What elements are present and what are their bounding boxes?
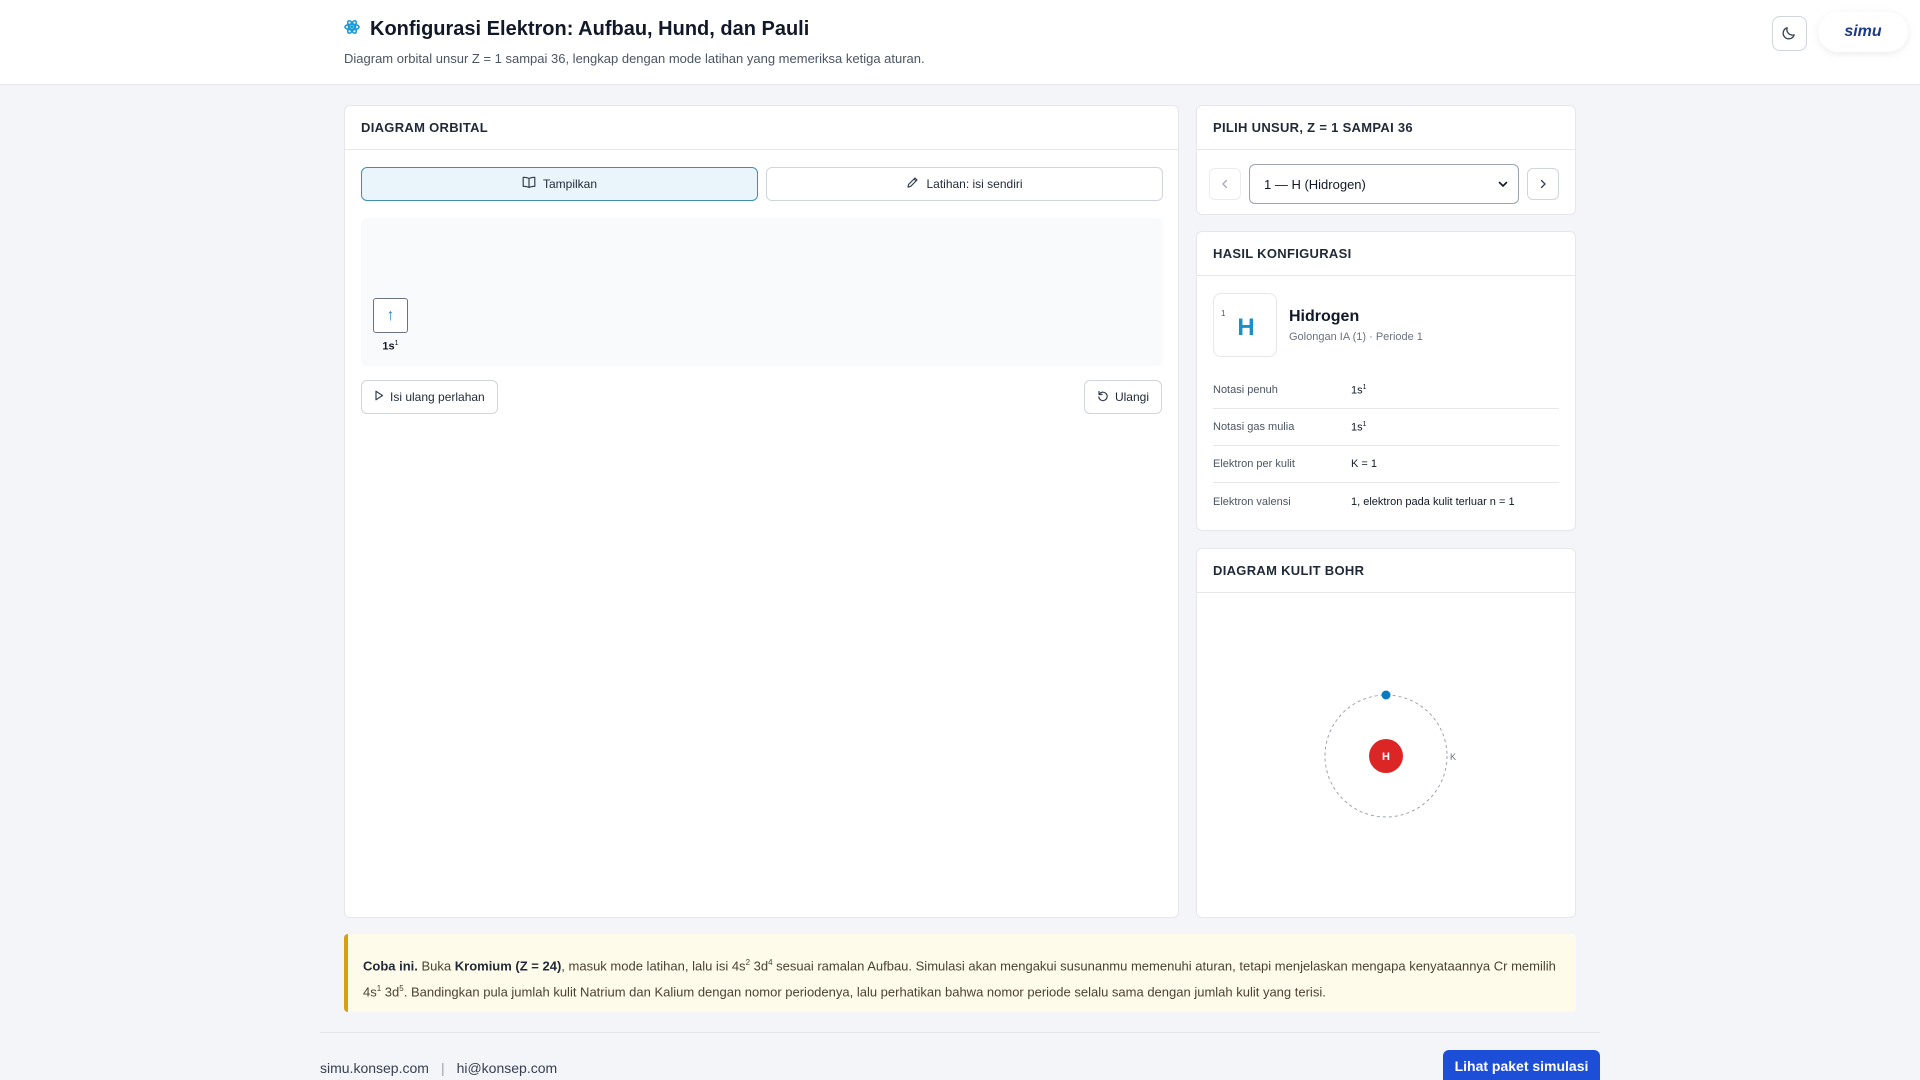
orbital-diagram-panel: DIAGRAM ORBITAL Tampilkan Latihan: isi s… xyxy=(344,105,1179,918)
orbital-diagram-area: ↑ 1s1 xyxy=(361,218,1163,366)
shell-k-label: K xyxy=(1450,752,1456,762)
view-simulation-packages-button[interactable]: Lihat paket simulasi xyxy=(1443,1050,1600,1080)
result-row-electrons-per-shell: Elektron per kulit K = 1 xyxy=(1213,446,1559,483)
result-table: Notasi penuh 1s1 Notasi gas mulia 1s1 El… xyxy=(1213,372,1559,520)
orbital-1s: ↑ 1s1 xyxy=(373,298,408,353)
play-icon xyxy=(374,390,384,404)
tab-show-label: Tampilkan xyxy=(542,177,598,191)
element-picker-row: 1 — H (Hidrogen) xyxy=(1209,164,1559,204)
tab-show[interactable]: Tampilkan xyxy=(361,167,758,201)
tip-lead: Coba ini. xyxy=(363,958,418,974)
element-name: Hidrogen xyxy=(1289,308,1360,325)
bohr-diagram-panel: DIAGRAM KULIT BOHR K H xyxy=(1196,548,1576,918)
top-bar: Konfigurasi Elektron: Aufbau, Hund, dan … xyxy=(0,0,1920,85)
atom-icon xyxy=(344,18,360,41)
orbital-panel-heading: DIAGRAM ORBITAL xyxy=(345,106,1178,150)
result-row-noble-gas-notation: Notasi gas mulia 1s1 xyxy=(1213,409,1559,446)
tip-box: Coba ini. Buka Kromium (Z = 24), masuk m… xyxy=(344,934,1576,1012)
chevron-down-icon xyxy=(1498,177,1508,192)
page-title-text: Konfigurasi Elektron: Aufbau, Hund, dan … xyxy=(370,18,810,40)
moon-icon xyxy=(1782,25,1797,43)
element-symbol: H xyxy=(1237,314,1255,341)
result-key: Elektron per kulit xyxy=(1213,458,1295,470)
bohr-diagram: K H xyxy=(1324,690,1456,818)
footer-site-link[interactable]: simu.konsep.com xyxy=(320,1060,429,1076)
element-select[interactable]: 1 — H (Hidrogen) xyxy=(1249,164,1519,204)
chevron-right-icon xyxy=(1538,177,1548,192)
title-block: Konfigurasi Elektron: Aufbau, Hund, dan … xyxy=(344,18,925,66)
tab-practice[interactable]: Latihan: isi sendiri xyxy=(766,167,1163,201)
result-heading: HASIL KONFIGURASI xyxy=(1197,232,1575,276)
reset-label: Ulangi xyxy=(1114,390,1149,404)
theme-toggle-button[interactable] xyxy=(1772,16,1807,51)
tab-practice-label: Latihan: isi sendiri xyxy=(926,177,1023,191)
pencil-icon xyxy=(906,176,919,192)
element-group-period: Golongan IA (1) · Periode 1 xyxy=(1289,331,1423,343)
page-subtitle: Diagram orbital unsur Z = 1 sampai 36, l… xyxy=(344,51,925,66)
footer-divider xyxy=(320,1032,1600,1033)
book-icon xyxy=(522,176,536,192)
replay-slowly-button[interactable]: Isi ulang perlahan xyxy=(361,380,498,414)
footer-email-link[interactable]: hi@konsep.com xyxy=(457,1060,558,1076)
result-key: Elektron valensi xyxy=(1213,495,1291,508)
result-row-full-notation: Notasi penuh 1s1 xyxy=(1213,372,1559,409)
reset-button[interactable]: Ulangi xyxy=(1083,380,1162,414)
result-value: K = 1 xyxy=(1351,458,1377,470)
footer-separator: | xyxy=(440,1060,445,1076)
element-picker-heading: PILIH UNSUR, Z = 1 SAMPAI 36 xyxy=(1197,106,1575,150)
orbital-box[interactable]: ↑ xyxy=(373,298,408,333)
brand-logo[interactable]: simu xyxy=(1818,12,1908,52)
footer-links: simu.konsep.com | hi@konsep.com xyxy=(320,1060,557,1076)
element-picker-panel: PILIH UNSUR, Z = 1 SAMPAI 36 1 — H (Hidr… xyxy=(1196,105,1576,215)
result-key: Notasi penuh xyxy=(1213,384,1278,396)
result-value: 1s1 xyxy=(1351,383,1367,397)
mode-tabs: Tampilkan Latihan: isi sendiri xyxy=(361,167,1163,201)
tip-element: Kromium (Z = 24) xyxy=(454,958,562,974)
electron-dot xyxy=(1381,690,1391,700)
orbital-label: 1s1 xyxy=(382,340,399,353)
bohr-heading: DIAGRAM KULIT BOHR xyxy=(1197,549,1575,593)
result-row-valence-electrons: Elektron valensi 1, elektron pada kulit … xyxy=(1213,483,1559,520)
chevron-left-icon xyxy=(1220,177,1230,192)
configuration-result-panel: HASIL KONFIGURASI 1 H Hidrogen Golongan … xyxy=(1196,231,1576,531)
result-key: Notasi gas mulia xyxy=(1213,421,1295,433)
element-select-value: 1 — H (Hidrogen) xyxy=(1264,176,1366,192)
previous-element-button[interactable] xyxy=(1209,168,1241,200)
result-value: 1, elektron pada kulit terluar n = 1 xyxy=(1351,495,1515,508)
nucleus-symbol: H xyxy=(1382,751,1390,763)
next-element-button[interactable] xyxy=(1527,168,1559,200)
rotate-ccw-icon xyxy=(1097,390,1109,405)
replay-label: Isi ulang perlahan xyxy=(390,390,485,404)
result-value: 1s1 xyxy=(1351,420,1367,434)
page-title: Konfigurasi Elektron: Aufbau, Hund, dan … xyxy=(344,18,925,41)
element-tile: 1 H xyxy=(1213,293,1277,357)
electron-spin-up-arrow: ↑ xyxy=(386,306,395,324)
